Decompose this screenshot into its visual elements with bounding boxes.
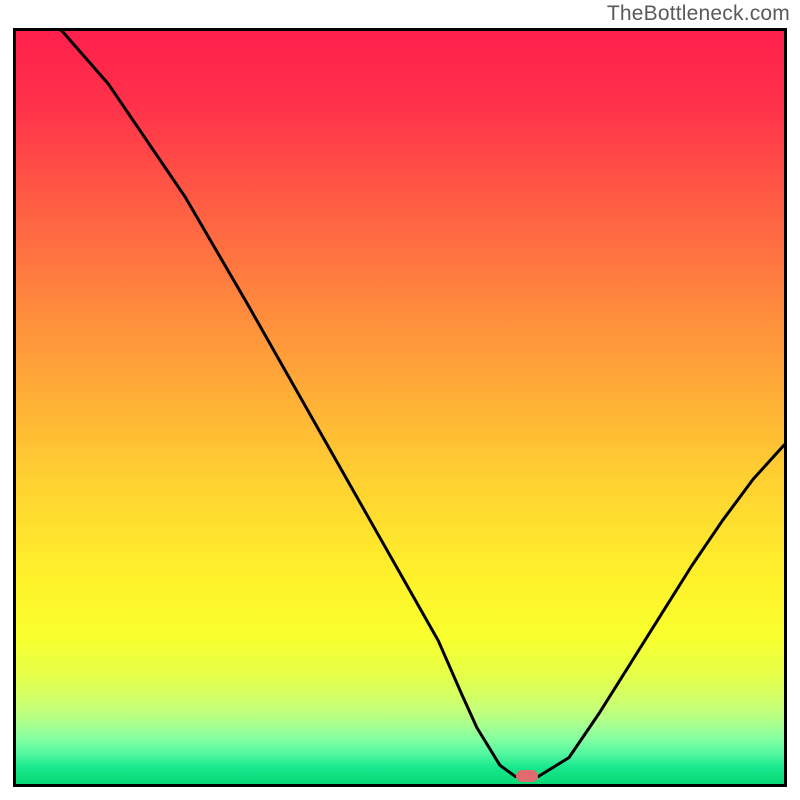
chart-container: TheBottleneck.com — [0, 0, 800, 800]
watermark-text: TheBottleneck.com — [607, 2, 790, 26]
curve-layer — [16, 31, 784, 784]
bottleneck-curve-line — [16, 31, 784, 776]
plot-area — [13, 28, 787, 787]
optimal-point-marker — [516, 770, 538, 782]
